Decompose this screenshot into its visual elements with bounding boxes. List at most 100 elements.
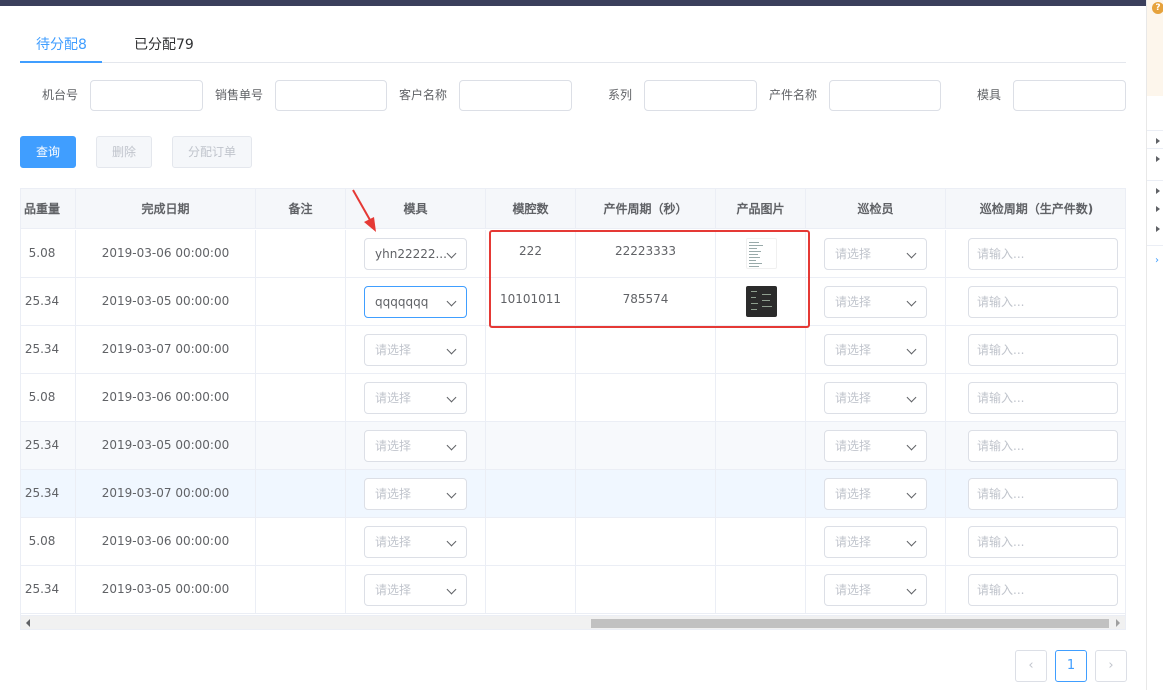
mold-input[interactable] — [1013, 80, 1126, 111]
product-thumbnail[interactable] — [746, 286, 777, 317]
inspect-cycle-input[interactable]: 请输入... — [968, 430, 1118, 462]
cell-cavities — [486, 374, 576, 421]
cell-cycle — [576, 374, 716, 421]
mold-select[interactable]: 请选择 — [364, 430, 467, 462]
col-cavities: 模腔数 — [486, 189, 576, 229]
query-button[interactable]: 查询 — [20, 136, 76, 168]
cell-cavities — [486, 566, 576, 613]
mold-select[interactable]: 请选择 — [364, 574, 467, 606]
scroll-thumb[interactable] — [591, 619, 1109, 628]
table-row[interactable]: 5.08 2019-03-06 00:00:00 yhn22222... 222 222… — [21, 230, 1125, 278]
divider — [1147, 148, 1163, 149]
tab-assigned[interactable]: 已分配79 — [134, 26, 194, 63]
inspect-cycle-input[interactable]: 请输入... — [968, 478, 1118, 510]
mold-select[interactable]: 请选择 — [364, 334, 467, 366]
chevron-down-icon — [906, 584, 917, 595]
expand-arrow-icon[interactable] — [1156, 206, 1160, 212]
table-row[interactable]: 25.34 2019-03-07 00:00:00 请选择 请选择 请输入... — [21, 470, 1125, 518]
mold-select-value: 请选择 — [375, 487, 412, 501]
next-page-button[interactable]: › — [1095, 650, 1127, 682]
inspect-cycle-input[interactable]: 请输入... — [968, 382, 1118, 414]
col-inspect-cycle: 巡检周期（生产件数) — [979, 202, 1094, 216]
inspect-cycle-input[interactable]: 请输入... — [968, 574, 1118, 606]
table-row[interactable]: 25.34 2019-03-05 00:00:00 请选择 请选择 请输入... — [21, 422, 1125, 470]
cell-inspect-cycle: 请输入... — [946, 374, 1125, 421]
cell-finish-date: 2019-03-06 00:00:00 — [76, 230, 256, 277]
inspector-select[interactable]: 请选择 — [824, 286, 927, 318]
expand-arrow-icon[interactable] — [1156, 138, 1160, 144]
cell-inspect-cycle: 请输入... — [946, 566, 1125, 613]
cell-cycle: 22223333 — [576, 230, 716, 277]
cell-cycle — [576, 566, 716, 613]
table-row[interactable]: 25.34 2019-03-05 00:00:00 请选择 请选择 请输入... — [21, 566, 1125, 614]
delete-button[interactable]: 删除 — [96, 136, 152, 168]
inspector-select-value: 请选择 — [835, 295, 872, 309]
product-thumbnail[interactable] — [746, 238, 777, 269]
inspector-select[interactable]: 请选择 — [824, 334, 927, 366]
col-cycle: 产件周期（秒） — [576, 189, 716, 229]
inspect-cycle-input[interactable]: 请输入... — [968, 526, 1118, 558]
mold-select[interactable]: yhn22222... — [364, 238, 467, 270]
filter-label-part-name: 产件名称 — [768, 88, 817, 102]
inspector-select[interactable]: 请选择 — [824, 382, 927, 414]
inspector-select[interactable]: 请选择 — [824, 238, 927, 270]
chevron-down-icon — [906, 392, 917, 403]
horizontal-scrollbar[interactable] — [21, 615, 1125, 629]
expand-arrow-icon[interactable] — [1156, 156, 1160, 162]
top-header-bar — [0, 0, 1147, 6]
cell-mold: 请选择 — [346, 422, 486, 469]
col-remark: 备注 — [256, 189, 346, 229]
inspector-select[interactable]: 请选择 — [824, 430, 927, 462]
inspector-select[interactable]: 请选择 — [824, 526, 927, 558]
inspector-select[interactable]: 请选择 — [824, 574, 927, 606]
series-input[interactable] — [644, 80, 757, 111]
page-number-button[interactable]: 1 — [1055, 650, 1087, 682]
part-name-input[interactable] — [829, 80, 941, 111]
machine-no-input[interactable] — [90, 80, 203, 111]
chevron-down-icon — [906, 440, 917, 451]
col-inspector: 巡检员 — [806, 189, 946, 229]
mold-select[interactable]: 请选择 — [364, 382, 467, 414]
table-row[interactable]: 25.34 2019-03-07 00:00:00 请选择 请选择 请输入... — [21, 326, 1125, 374]
chevron-down-icon — [906, 488, 917, 499]
cell-inspector: 请选择 — [806, 230, 946, 277]
cell-inspect-cycle: 请输入... — [946, 230, 1125, 277]
expand-arrow-icon[interactable] — [1156, 226, 1160, 232]
table-row[interactable]: 25.34 2019-03-05 00:00:00 qqqqqqq 10101011 7… — [21, 278, 1125, 326]
cell-cavities: 10101011 — [486, 278, 576, 325]
mold-select[interactable]: 请选择 — [364, 478, 467, 510]
table-row[interactable]: 5.08 2019-03-06 00:00:00 请选择 请选择 请输入... — [21, 518, 1125, 566]
chevron-down-icon — [906, 296, 917, 307]
scroll-right-icon[interactable] — [1116, 619, 1120, 627]
scroll-left-icon[interactable] — [26, 619, 30, 627]
cell-cycle — [576, 518, 716, 565]
mold-select-value: yhn22222... — [375, 247, 447, 261]
chevron-down-icon — [906, 248, 917, 259]
col-product-image: 产品图片 — [716, 189, 806, 229]
cell-weight: 25.34 — [21, 326, 76, 373]
cell-inspect-cycle: 请输入... — [946, 278, 1125, 325]
mold-select[interactable]: 请选择 — [364, 526, 467, 558]
inspector-select[interactable]: 请选择 — [824, 478, 927, 510]
cell-product-image — [716, 278, 806, 325]
inspect-cycle-input[interactable]: 请输入... — [968, 334, 1118, 366]
chevron-right-icon[interactable]: › — [1155, 256, 1159, 266]
cell-weight: 5.08 — [21, 518, 76, 565]
inspect-cycle-input[interactable]: 请输入... — [968, 286, 1118, 318]
customer-name-input[interactable] — [459, 80, 572, 111]
cell-product-image — [716, 326, 806, 373]
expand-arrow-icon[interactable] — [1156, 188, 1160, 194]
mold-select[interactable]: qqqqqqq — [364, 286, 467, 318]
tab-bar: 待分配8 已分配79 — [20, 26, 1126, 63]
tab-unassigned[interactable]: 待分配8 — [36, 26, 87, 63]
prev-page-button[interactable]: ‹ — [1015, 650, 1047, 682]
warning-icon: ? — [1152, 2, 1163, 14]
sales-order-input[interactable] — [275, 80, 387, 111]
mold-select-value: 请选择 — [375, 439, 412, 453]
table-row[interactable]: 5.08 2019-03-06 00:00:00 请选择 请选择 请输入... — [21, 374, 1125, 422]
inspector-select-value: 请选择 — [835, 343, 872, 357]
cell-cavities — [486, 422, 576, 469]
assign-order-button[interactable]: 分配订单 — [172, 136, 252, 168]
inspect-cycle-input[interactable]: 请输入... — [968, 238, 1118, 270]
col-finish-date: 完成日期 — [76, 189, 256, 229]
